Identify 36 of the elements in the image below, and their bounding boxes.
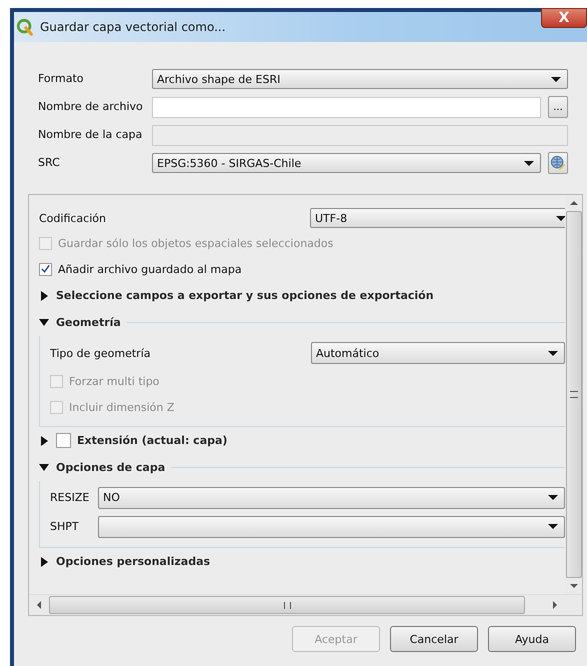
expand-icon[interactable] [41,436,48,446]
field-label: Formato [38,71,84,87]
dropdown[interactable]: Automático [311,342,565,364]
dropdown[interactable]: Archivo shape de ESRI [152,69,568,89]
field-label: Nombre de la capa [38,127,144,143]
dialog-button[interactable]: Cancelar [390,626,478,652]
dropdown[interactable]: UTF-8 [310,208,565,228]
checkbox[interactable] [56,433,71,448]
section-title[interactable]: Geometría [56,316,121,329]
field-label: RESIZE [50,491,90,504]
check-icon [40,263,51,275]
section-title[interactable]: Opciones personalizadas [56,555,210,568]
section-title[interactable]: Seleccione campos a exportar y sus opciones de exportación [56,289,434,302]
field-label: Tipo de geometría [50,346,152,360]
text-field[interactable] [152,96,541,118]
browse-button[interactable]: ... [548,96,568,118]
dropdown[interactable]: EPSG:5360 - SIRGAS-Chile [152,153,541,173]
expand-icon[interactable] [39,464,49,471]
globe-button[interactable] [548,152,568,174]
section-title[interactable]: Opciones de capa [56,461,166,474]
field-label: Codificación [39,212,107,224]
dropdown[interactable] [98,516,565,538]
close-button[interactable]: X [541,8,587,28]
dialog-button[interactable]: Ayuda [488,626,576,652]
field-label: SHPT [50,520,80,533]
expand-icon[interactable] [39,319,49,326]
field-label: SRC [38,155,61,171]
horizontal-scrollbar[interactable] [29,594,582,615]
expand-icon[interactable] [41,556,48,566]
section-title[interactable]: Extensión (actual: capa) [77,434,228,447]
checkbox[interactable]: Añadir archivo guardado al mapa [39,256,565,282]
app-logo-icon [16,18,34,36]
window-title: Guardar capa vectorial como... [40,20,226,34]
field-label: Nombre de archivo [38,99,144,115]
expand-icon[interactable] [41,290,48,300]
dropdown[interactable]: NO [98,486,565,508]
